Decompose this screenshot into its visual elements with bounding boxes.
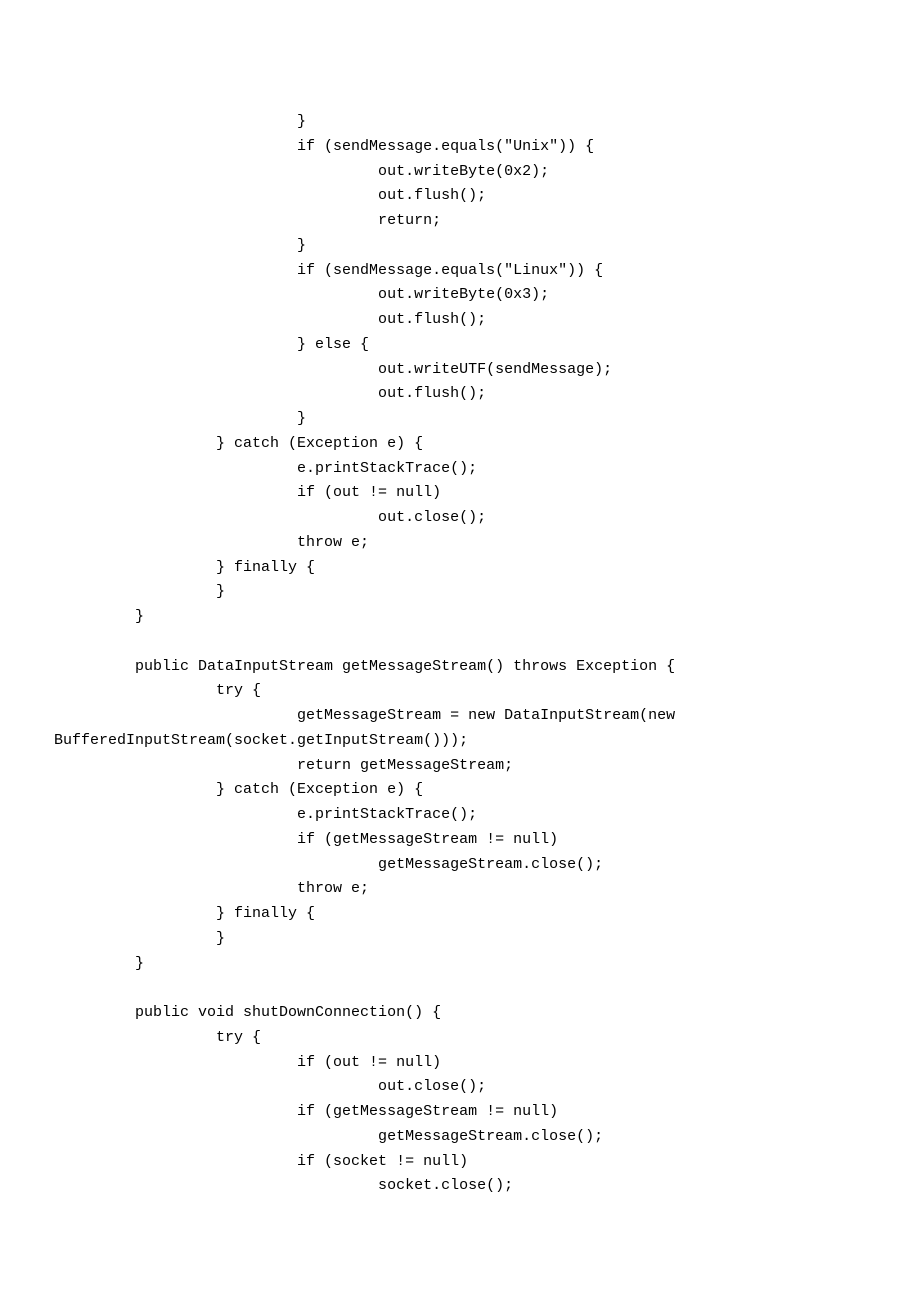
code-line: getMessageStream.close(); — [0, 853, 920, 878]
code-line: } else { — [0, 333, 920, 358]
code-line: } catch (Exception e) { — [0, 778, 920, 803]
code-line: out.flush(); — [0, 308, 920, 333]
code-line: if (out != null) — [0, 481, 920, 506]
code-line — [0, 630, 920, 655]
code-line: if (out != null) — [0, 1051, 920, 1076]
code-line: BufferedInputStream(socket.getInputStrea… — [0, 729, 920, 754]
code-line: if (sendMessage.equals("Unix")) { — [0, 135, 920, 160]
code-line — [0, 976, 920, 1001]
code-line: out.flush(); — [0, 382, 920, 407]
code-line: } — [0, 234, 920, 259]
code-line: } — [0, 580, 920, 605]
code-line: out.writeByte(0x3); — [0, 283, 920, 308]
code-line: public void shutDownConnection() { — [0, 1001, 920, 1026]
code-line: } finally { — [0, 902, 920, 927]
code-line: } — [0, 927, 920, 952]
code-line: e.printStackTrace(); — [0, 457, 920, 482]
code-line: try { — [0, 679, 920, 704]
code-line: } catch (Exception e) { — [0, 432, 920, 457]
code-line: getMessageStream.close(); — [0, 1125, 920, 1150]
code-line: } — [0, 952, 920, 977]
code-line: getMessageStream = new DataInputStream(n… — [0, 704, 920, 729]
code-line: e.printStackTrace(); — [0, 803, 920, 828]
code-line: return; — [0, 209, 920, 234]
code-line: } finally { — [0, 556, 920, 581]
code-line: out.close(); — [0, 1075, 920, 1100]
code-line: if (getMessageStream != null) — [0, 1100, 920, 1125]
code-line: public DataInputStream getMessageStream(… — [0, 655, 920, 680]
code-line: } — [0, 110, 920, 135]
code-line: if (socket != null) — [0, 1150, 920, 1175]
code-line: try { — [0, 1026, 920, 1051]
code-line: if (sendMessage.equals("Linux")) { — [0, 259, 920, 284]
code-line: return getMessageStream; — [0, 754, 920, 779]
code-line: if (getMessageStream != null) — [0, 828, 920, 853]
code-line: throw e; — [0, 531, 920, 556]
code-line: out.writeUTF(sendMessage); — [0, 358, 920, 383]
code-line: socket.close(); — [0, 1174, 920, 1199]
code-line: } — [0, 407, 920, 432]
code-line: out.writeByte(0x2); — [0, 160, 920, 185]
code-line: throw e; — [0, 877, 920, 902]
code-document: } if (sendMessage.equals("Unix")) { out.… — [0, 0, 920, 1199]
code-line: } — [0, 605, 920, 630]
code-line: out.close(); — [0, 506, 920, 531]
code-line: out.flush(); — [0, 184, 920, 209]
